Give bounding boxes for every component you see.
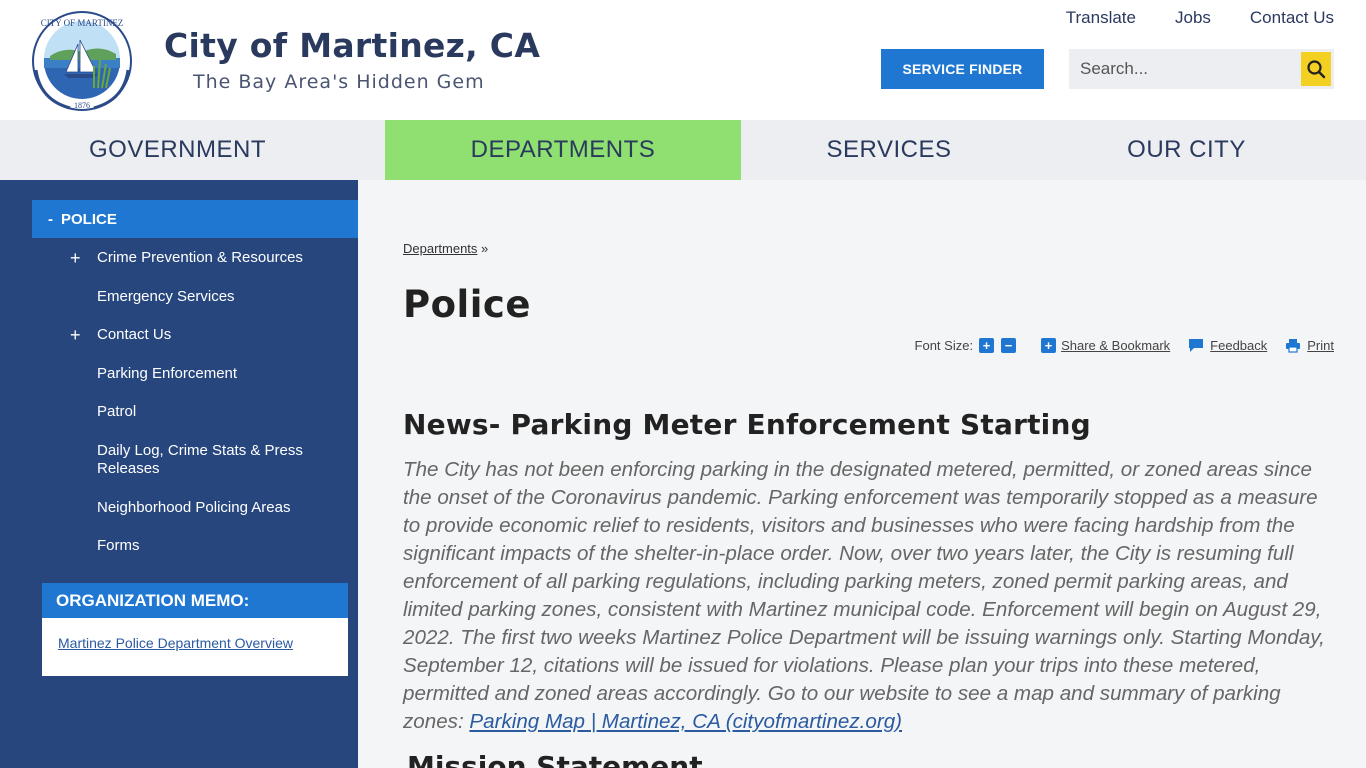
seal-text: CITY OF MARTINEZ — [41, 18, 124, 28]
share-bookmark-link[interactable]: Share & Bookmark — [1061, 338, 1170, 353]
memo-body: Martinez Police Department Overview — [42, 618, 348, 676]
contact-us-link[interactable]: Contact Us — [1250, 8, 1334, 28]
organization-memo: ORGANIZATION MEMO: Martinez Police Depar… — [42, 583, 348, 676]
font-size-label: Font Size: — [914, 338, 974, 353]
jobs-link[interactable]: Jobs — [1175, 8, 1211, 28]
site-tagline: The Bay Area's Hidden Gem — [193, 71, 485, 93]
main-navigation: GOVERNMENT DEPARTMENTS SERVICES OUR CITY — [0, 120, 1366, 180]
sidebar-item-label: Patrol — [97, 403, 137, 420]
breadcrumb-departments[interactable]: Departments — [403, 241, 477, 256]
feedback-icon — [1188, 338, 1204, 353]
translate-link[interactable]: Translate — [1066, 8, 1136, 28]
breadcrumb: Departments » — [403, 241, 488, 256]
sidebar-item-forms[interactable]: Forms — [0, 537, 358, 555]
news-text: The City has not been enforcing parking … — [403, 458, 1325, 733]
site-header: CITY OF MARTINEZ 1876 City of Martinez, … — [0, 0, 1366, 120]
breadcrumb-separator: » — [481, 241, 489, 256]
sidebar-item-emergency-services[interactable]: Emergency Services — [0, 288, 358, 306]
nav-departments[interactable]: DEPARTMENTS — [385, 120, 741, 180]
search-input[interactable] — [1069, 49, 1301, 89]
sidebar-item-label: Emergency Services — [97, 288, 235, 305]
font-increase-button[interactable]: + — [979, 338, 995, 353]
site-title[interactable]: City of Martinez, CA — [164, 26, 540, 65]
feedback-tool[interactable]: Feedback — [1188, 338, 1267, 353]
expand-icon[interactable]: + — [70, 249, 81, 267]
page-tools: Font Size: + − + Share & Bookmark Feedba… — [915, 338, 1334, 353]
sidebar-item-neighborhood-policing[interactable]: Neighborhood Policing Areas — [0, 499, 358, 517]
sidebar-item-daily-log[interactable]: Daily Log, Crime Stats & Press Releases — [0, 442, 358, 478]
main-content: Departments » Police Font Size: + − + Sh… — [358, 180, 1366, 768]
utility-links: Translate Jobs Contact Us — [1027, 8, 1334, 28]
print-link[interactable]: Print — [1307, 338, 1334, 353]
feedback-link[interactable]: Feedback — [1210, 338, 1267, 353]
memo-link[interactable]: Martinez Police Department Overview — [58, 635, 293, 651]
sidebar-current-police[interactable]: - POLICE — [32, 200, 358, 238]
sidebar-item-contact-us[interactable]: + Contact Us — [0, 326, 358, 344]
sidebar-item-label: Crime Prevention & Resources — [97, 249, 303, 266]
city-seal-logo[interactable]: CITY OF MARTINEZ 1876 — [30, 10, 134, 112]
sidebar-item-label: Neighborhood Policing Areas — [97, 499, 291, 516]
share-icon: + — [1041, 338, 1057, 353]
sidebar-item-label: Contact Us — [97, 326, 172, 343]
collapse-icon[interactable]: - — [48, 211, 53, 228]
seal-year: 1876 — [74, 101, 90, 110]
font-decrease-button[interactable]: − — [1001, 338, 1017, 353]
news-heading: News- Parking Meter Enforcement Starting — [403, 408, 1091, 441]
memo-heading: ORGANIZATION MEMO: — [42, 583, 348, 618]
print-icon — [1285, 338, 1301, 353]
sidebar-item-parking-enforcement[interactable]: Parking Enforcement — [0, 365, 358, 383]
search-box — [1069, 49, 1334, 89]
sidebar-item-patrol[interactable]: Patrol — [0, 403, 358, 421]
sidebar-item-label: Daily Log, Crime Stats & Press Releases — [97, 442, 303, 477]
sidebar-current-label: POLICE — [61, 210, 117, 228]
search-icon — [1307, 60, 1326, 79]
search-button[interactable] — [1301, 52, 1331, 86]
news-body: The City has not been enforcing parking … — [403, 456, 1338, 736]
mission-heading: Mission Statement — [407, 750, 703, 768]
print-tool[interactable]: Print — [1285, 338, 1334, 353]
page-title: Police — [403, 283, 531, 326]
sidebar-item-label: Parking Enforcement — [97, 365, 238, 382]
sidebar-item-label: Forms — [97, 537, 140, 554]
sidebar-item-crime-prevention[interactable]: + Crime Prevention & Resources — [0, 249, 358, 267]
parking-map-link[interactable]: Parking Map | Martinez, CA (cityofmartin… — [469, 710, 902, 733]
share-tool[interactable]: + Share & Bookmark — [1041, 338, 1170, 353]
nav-services[interactable]: SERVICES — [741, 120, 1037, 180]
expand-icon[interactable]: + — [70, 326, 81, 344]
nav-government[interactable]: GOVERNMENT — [0, 120, 385, 180]
service-finder-button[interactable]: SERVICE FINDER — [881, 49, 1044, 89]
nav-our-city[interactable]: OUR CITY — [1037, 120, 1366, 180]
sidebar: - POLICE + Crime Prevention & Resources … — [0, 180, 358, 768]
